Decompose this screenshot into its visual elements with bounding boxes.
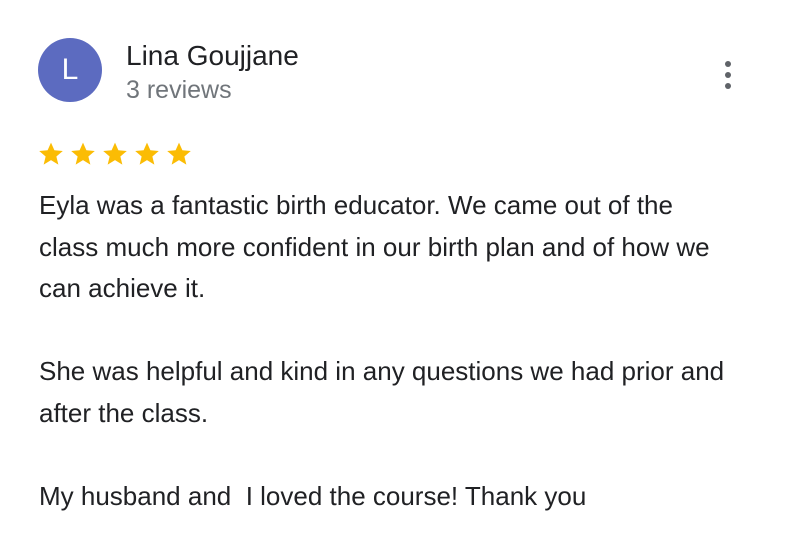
more-options-button[interactable] [712,56,744,94]
star-icon [101,140,129,168]
star-icon [165,140,193,168]
review-paragraph: She was helpful and kind in any question… [39,356,732,428]
review-paragraph: Eyla was a fantastic birth educator. We … [39,190,717,303]
star-icon [69,140,97,168]
review-text: Eyla was a fantastic birth educator. We … [39,185,739,517]
star-icon [37,140,65,168]
reviewer-name[interactable]: Lina Goujjane [126,38,299,74]
star-icon [133,140,161,168]
more-vertical-icon [725,61,731,89]
review-count[interactable]: 3 reviews [126,74,232,106]
review-paragraph: My husband and I loved the course! Thank… [39,480,587,511]
avatar[interactable]: L [38,38,102,102]
star-rating [37,140,193,168]
review-card: L Lina Goujjane 3 reviews Eyla was a fan… [0,0,788,552]
